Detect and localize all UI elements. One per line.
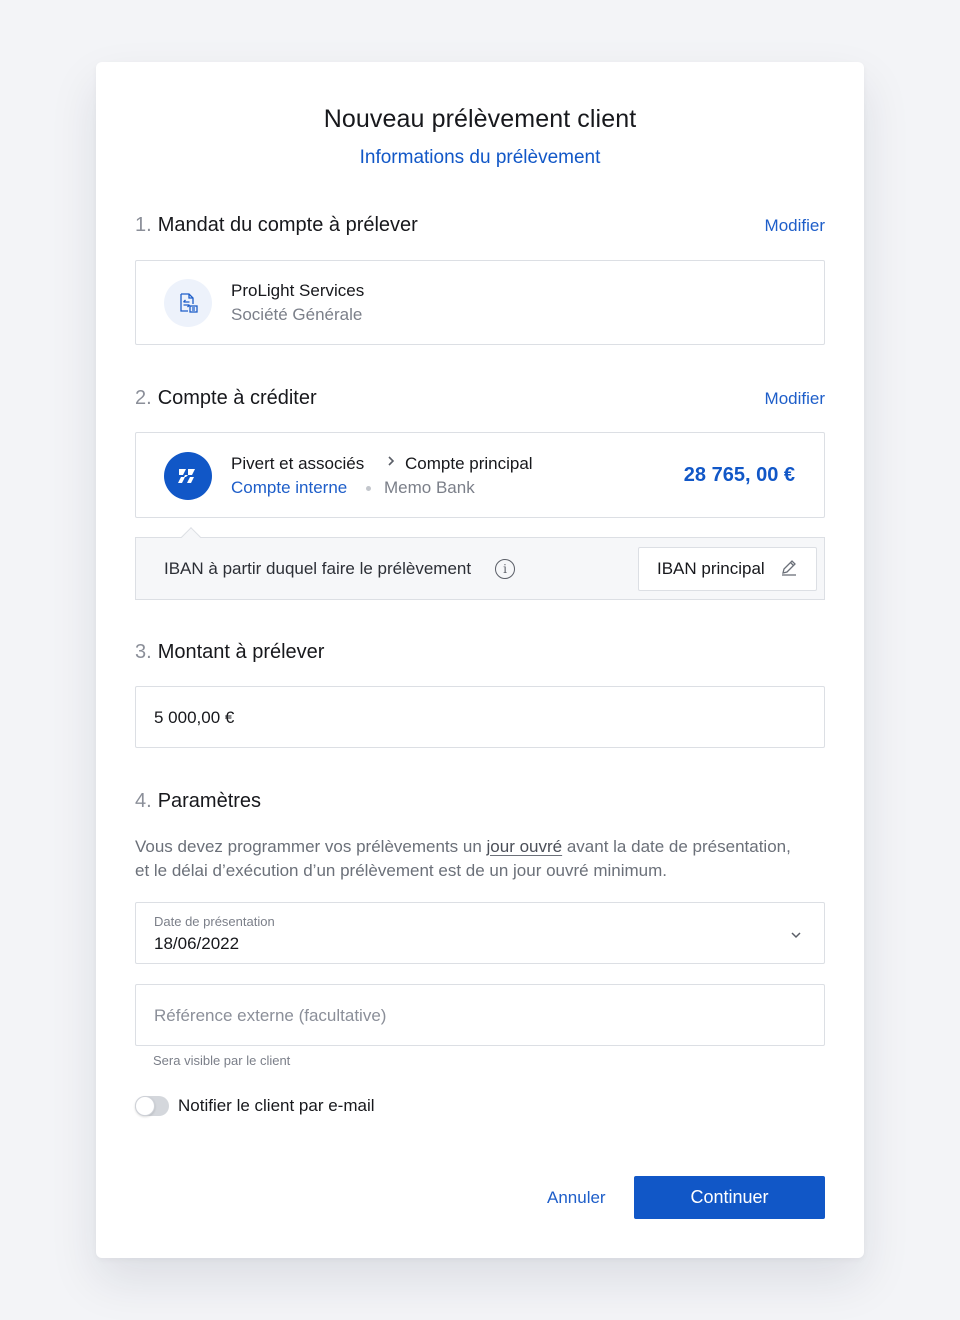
info-icon[interactable]: i — [495, 559, 515, 579]
mandate-card[interactable]: ProLight Services Société Générale — [135, 260, 825, 345]
reference-placeholder: Référence externe (facultative) — [154, 1006, 387, 1025]
info-text-line2: et le délai d’exécution d’un prélèvement… — [135, 861, 668, 880]
reference-helper-text: Sera visible par le client — [153, 1053, 291, 1068]
credit-account-card[interactable]: Pivert et associés Compte principal Comp… — [135, 432, 825, 518]
chevron-down-icon — [790, 927, 802, 945]
direct-debit-dialog: Nouveau prélèvement client Informations … — [96, 62, 864, 1258]
callout-arrow — [181, 527, 201, 547]
mandate-name: ProLight Services — [231, 281, 365, 300]
separator-dot — [366, 486, 371, 491]
business-day-link[interactable]: jour ouvré — [487, 837, 563, 856]
cancel-button[interactable]: Annuler — [547, 1188, 606, 1208]
section-title: Compte à créditer — [157, 387, 317, 409]
iban-label: IBAN à partir duquel faire le prélèvemen… — [164, 559, 472, 578]
notify-email-label: Notifier le client par e-mail — [178, 1096, 375, 1115]
dialog-subtitle: Informations du prélèvement — [359, 147, 601, 168]
section-credit-heading: 2. Compte à créditer — [135, 387, 317, 410]
section-number: 4. — [135, 790, 152, 812]
chevron-right-icon — [386, 454, 396, 473]
notify-email-toggle[interactable] — [135, 1096, 169, 1116]
edit-mandate-link[interactable]: Modifier — [765, 216, 825, 236]
account-bank: Memo Bank — [384, 478, 475, 497]
section-settings-heading: 4. Paramètres — [135, 790, 261, 813]
pencil-icon — [780, 558, 798, 581]
date-field-label: Date de présentation — [154, 914, 275, 929]
info-text-part: avant la date de présentation, — [562, 837, 791, 856]
settings-info-text: Vous devez programmer vos prélèvements u… — [135, 835, 835, 883]
section-title: Paramètres — [157, 790, 262, 812]
mandate-bank: Société Générale — [231, 305, 363, 324]
date-field-value: 18/06/2022 — [154, 934, 240, 953]
account-type: Compte interne — [231, 478, 348, 497]
section-title: Montant à prélever — [157, 641, 325, 663]
iban-select-button[interactable]: IBAN principal — [638, 547, 817, 591]
section-number: 3. — [135, 641, 152, 663]
iban-selector-row: IBAN à partir duquel faire le prélèvemen… — [135, 527, 825, 600]
account-name: Compte principal — [405, 454, 533, 473]
document-transfer-icon — [164, 279, 212, 327]
continue-button[interactable]: Continuer — [634, 1176, 825, 1219]
edit-account-link[interactable]: Modifier — [765, 389, 825, 409]
section-title: Mandat du compte à prélever — [157, 214, 418, 236]
section-mandate-heading: 1. Mandat du compte à prélever — [135, 214, 418, 237]
amount-input[interactable]: 5 000,00 € — [135, 686, 825, 748]
presentation-date-select[interactable]: Date de présentation 18/06/2022 — [135, 902, 825, 964]
account-owner: Pivert et associés — [231, 454, 365, 473]
iban-value: IBAN principal — [657, 559, 765, 578]
section-number: 2. — [135, 387, 152, 409]
toggle-knob — [135, 1096, 155, 1116]
info-text-part: Vous devez programmer vos prélèvements u… — [135, 837, 487, 856]
account-balance: 28 765, 00 € — [683, 464, 795, 486]
dialog-title: Nouveau prélèvement client — [323, 105, 637, 133]
section-amount-heading: 3. Montant à prélever — [135, 641, 324, 664]
external-reference-input[interactable]: Référence externe (facultative) — [135, 984, 825, 1046]
amount-value: 5 000,00 € — [154, 708, 235, 727]
memo-bank-logo-icon — [164, 452, 212, 500]
section-number: 1. — [135, 214, 152, 236]
